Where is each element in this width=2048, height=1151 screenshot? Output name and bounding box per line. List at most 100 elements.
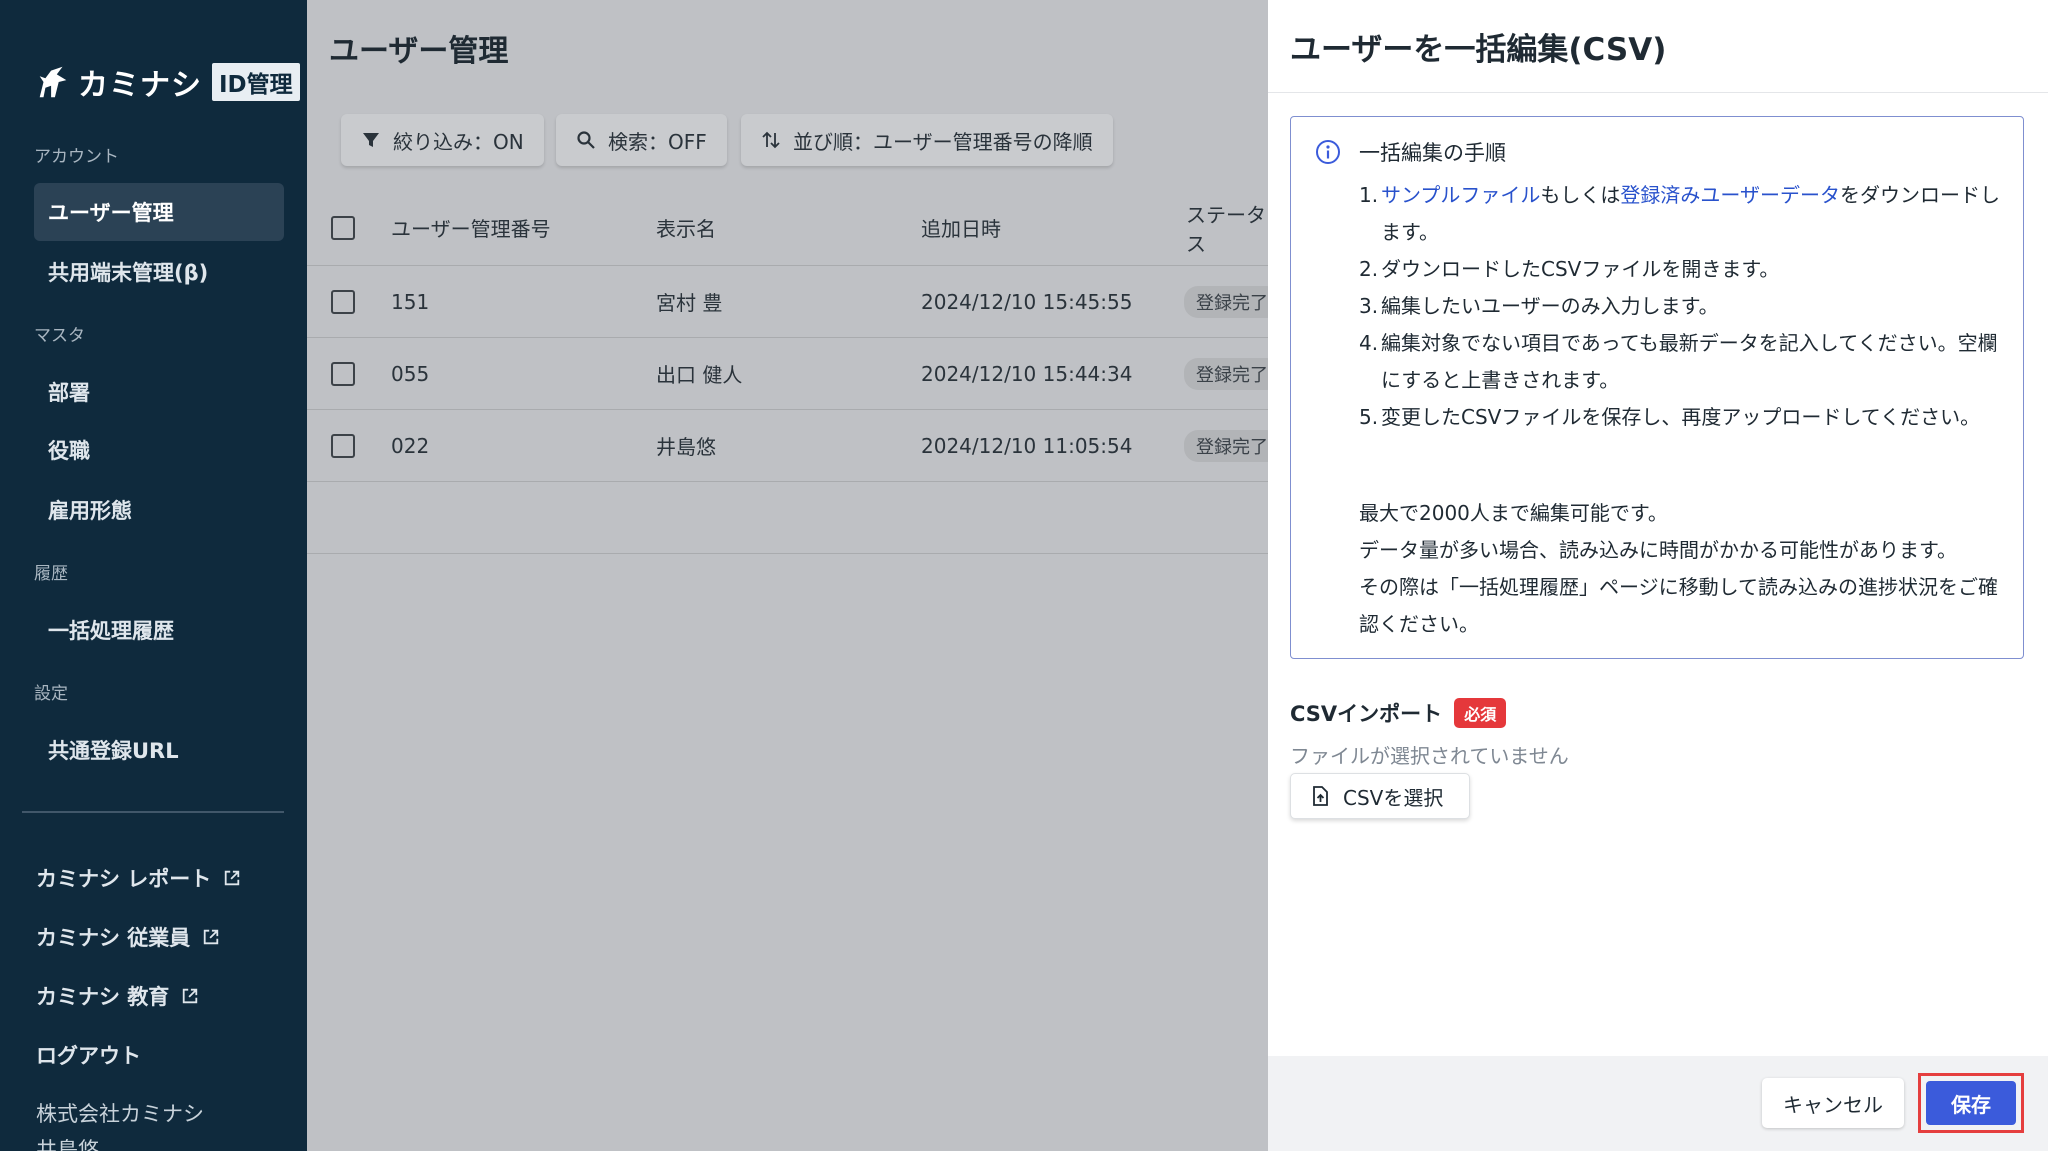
sidebar-item-employment[interactable]: 雇用形態: [34, 481, 284, 539]
logout-link[interactable]: ログアウト: [36, 1040, 141, 1070]
link-label: ログアウト: [36, 1044, 141, 1068]
instructions-box: 一括編集の手順 1. サンプルファイルもしくは登録済みユーザーデータをダウンロー…: [1290, 116, 2024, 659]
cell-display-name: 出口 健人: [656, 363, 743, 387]
sidebar-item-shared-devices[interactable]: 共用端末管理(β): [34, 243, 284, 301]
row-checkbox[interactable]: [331, 361, 355, 386]
table-empty-row: [307, 482, 1268, 554]
cell-added-at: 2024/12/10 15:44:34: [921, 361, 1133, 386]
section-label-settings: 設定: [34, 684, 68, 704]
sidebar-item-positions[interactable]: 役職: [34, 421, 284, 479]
search-button[interactable]: 検索：OFF: [556, 114, 727, 166]
external-link-icon: [204, 929, 219, 945]
cancel-button[interactable]: キャンセル: [1762, 1078, 1904, 1128]
user-table: ユーザー管理番号 表示名 追加日時 ステータス 151 宮村 豊 2024/12…: [307, 190, 1268, 554]
step-2: 2. ダウンロードしたCSVファイルを開きます。: [1359, 251, 2009, 288]
cell-display-name: 井島悠: [656, 435, 716, 459]
row-checkbox[interactable]: [331, 289, 355, 314]
sidebar-item-departments[interactable]: 部署: [34, 363, 284, 421]
sidebar-item-batch-history[interactable]: 一括処理履歴: [34, 601, 284, 659]
step-text: 編集したいユーザーのみ入力します。: [1381, 294, 1719, 318]
save-button[interactable]: 保存: [1926, 1081, 2016, 1125]
logo: カミナシ ID管理: [34, 62, 300, 103]
main-content: ユーザー管理 絞り込み：ON 検索：OFF 並び順：ユーザー管理番号の降順 ユー…: [307, 0, 1268, 1151]
sidebar: カミナシ ID管理 アカウント ユーザー管理 共用端末管理(β) マスタ 部署 …: [0, 0, 307, 1151]
step-text: 変更したCSVファイルを保存し、再度アップロードしてください。: [1381, 405, 1981, 429]
current-user-name: 井島悠: [36, 1138, 99, 1151]
select-csv-button[interactable]: CSVを選択: [1290, 773, 1470, 819]
csv-import-label: CSVインポート 必須: [1290, 698, 1507, 728]
note-line: 最大で2000人まで編集可能です。: [1359, 501, 1668, 525]
table-row[interactable]: 151 宮村 豊 2024/12/10 15:45:55 登録完了: [307, 266, 1268, 338]
panel-title: ユーザーを一括編集(CSV): [1290, 32, 1667, 68]
step-5: 5. 変更したCSVファイルを保存し、再度アップロードしてください。: [1359, 399, 2009, 436]
status-badge: 登録完了: [1184, 429, 1268, 462]
panel-divider: [1268, 92, 2048, 93]
header-status[interactable]: ステータス: [1186, 199, 1268, 257]
panel-footer: キャンセル 保存: [1268, 1056, 2048, 1151]
info-icon: [1316, 140, 1340, 164]
cell-user-id: 151: [391, 289, 430, 314]
status-badge: 登録完了: [1184, 285, 1268, 318]
table-header-row: ユーザー管理番号 表示名 追加日時 ステータス: [307, 190, 1268, 266]
required-badge: 必須: [1454, 698, 1507, 728]
header-user-id[interactable]: ユーザー管理番号: [391, 213, 551, 242]
header-added-at[interactable]: 追加日時: [921, 213, 1001, 242]
table-row[interactable]: 022 井島悠 2024/12/10 11:05:54 登録完了: [307, 410, 1268, 482]
search-icon: [577, 131, 595, 149]
link-label: カミナシ 教育: [36, 985, 170, 1009]
step-text-mid: もしくは: [1540, 183, 1621, 207]
filter-label: 絞り込み：ON: [393, 129, 524, 154]
link-kaminashi-employee[interactable]: カミナシ 従業員: [36, 922, 220, 952]
sort-label: 並び順：ユーザー管理番号の降順: [793, 129, 1093, 154]
cell-added-at: 2024/12/10 15:45:55: [921, 289, 1133, 314]
step-text: 編集対象でない項目であっても最新データを記入してください。空欄にすると上書きされ…: [1381, 331, 1998, 392]
step-4: 4. 編集対象でない項目であっても最新データを記入してください。空欄にすると上書…: [1359, 325, 2009, 399]
file-upload-icon: [1313, 786, 1328, 806]
step-number: 5.: [1359, 405, 1379, 429]
filter-button[interactable]: 絞り込み：ON: [341, 114, 544, 166]
sort-icon: [762, 131, 780, 149]
cell-display-name: 宮村 豊: [656, 291, 723, 315]
link-kaminashi-report[interactable]: カミナシ レポート: [36, 863, 241, 893]
header-display-name[interactable]: 表示名: [656, 213, 716, 242]
step-3: 3. 編集したいユーザーのみ入力します。: [1359, 288, 2009, 325]
external-link-icon: [183, 988, 198, 1004]
step-number: 3.: [1359, 294, 1379, 318]
sidebar-item-users[interactable]: ユーザー管理: [34, 183, 284, 241]
step-number: 4.: [1359, 331, 1379, 355]
cell-user-id: 055: [391, 361, 430, 386]
link-label: カミナシ 従業員: [36, 926, 191, 950]
note-line: データ量が多い場合、読み込みに時間がかかる可能性があります。: [1359, 538, 1957, 562]
csv-import-text: CSVインポート: [1290, 702, 1443, 726]
instructions-title: 一括編集の手順: [1359, 141, 1506, 165]
sidebar-divider: [22, 811, 284, 813]
cell-user-id: 022: [391, 433, 430, 458]
section-label-account: アカウント: [34, 147, 119, 167]
step-number: 2.: [1359, 257, 1379, 281]
step-number: 1.: [1359, 183, 1379, 207]
select-csv-label: CSVを選択: [1343, 785, 1444, 810]
page-title: ユーザー管理: [329, 34, 509, 69]
search-label: 検索：OFF: [608, 129, 707, 154]
status-badge: 登録完了: [1184, 357, 1268, 390]
table-row[interactable]: 055 出口 健人 2024/12/10 15:44:34 登録完了: [307, 338, 1268, 410]
filter-icon: [363, 133, 379, 147]
sort-button[interactable]: 並び順：ユーザー管理番号の降順: [741, 114, 1113, 166]
instructions-notes: 最大で2000人まで編集可能です。 データ量が多い場合、読み込みに時間がかかる可…: [1359, 495, 2009, 643]
link-label: カミナシ レポート: [36, 867, 212, 891]
goat-logo-icon: [39, 66, 67, 98]
company-name: 株式会社カミナシ: [36, 1102, 204, 1126]
row-checkbox[interactable]: [331, 433, 355, 458]
sample-file-link[interactable]: サンプルファイル: [1381, 183, 1540, 207]
instructions-steps: 1. サンプルファイルもしくは登録済みユーザーデータをダウンロードします。 2.…: [1359, 177, 2009, 436]
registered-user-data-link[interactable]: 登録済みユーザーデータ: [1620, 183, 1840, 207]
logo-badge: ID管理: [212, 63, 300, 101]
logo-text: カミナシ: [78, 68, 202, 103]
section-label-master: マスタ: [34, 326, 85, 346]
bulk-edit-panel: ユーザーを一括編集(CSV) 一括編集の手順 1. サンプルファイルもしくは登録…: [1268, 0, 2048, 1151]
sidebar-item-common-url[interactable]: 共通登録URL: [34, 721, 284, 779]
link-kaminashi-education[interactable]: カミナシ 教育: [36, 981, 199, 1011]
cell-added-at: 2024/12/10 11:05:54: [921, 433, 1133, 458]
select-all-checkbox[interactable]: [331, 215, 355, 240]
section-label-history: 履歴: [34, 564, 68, 584]
